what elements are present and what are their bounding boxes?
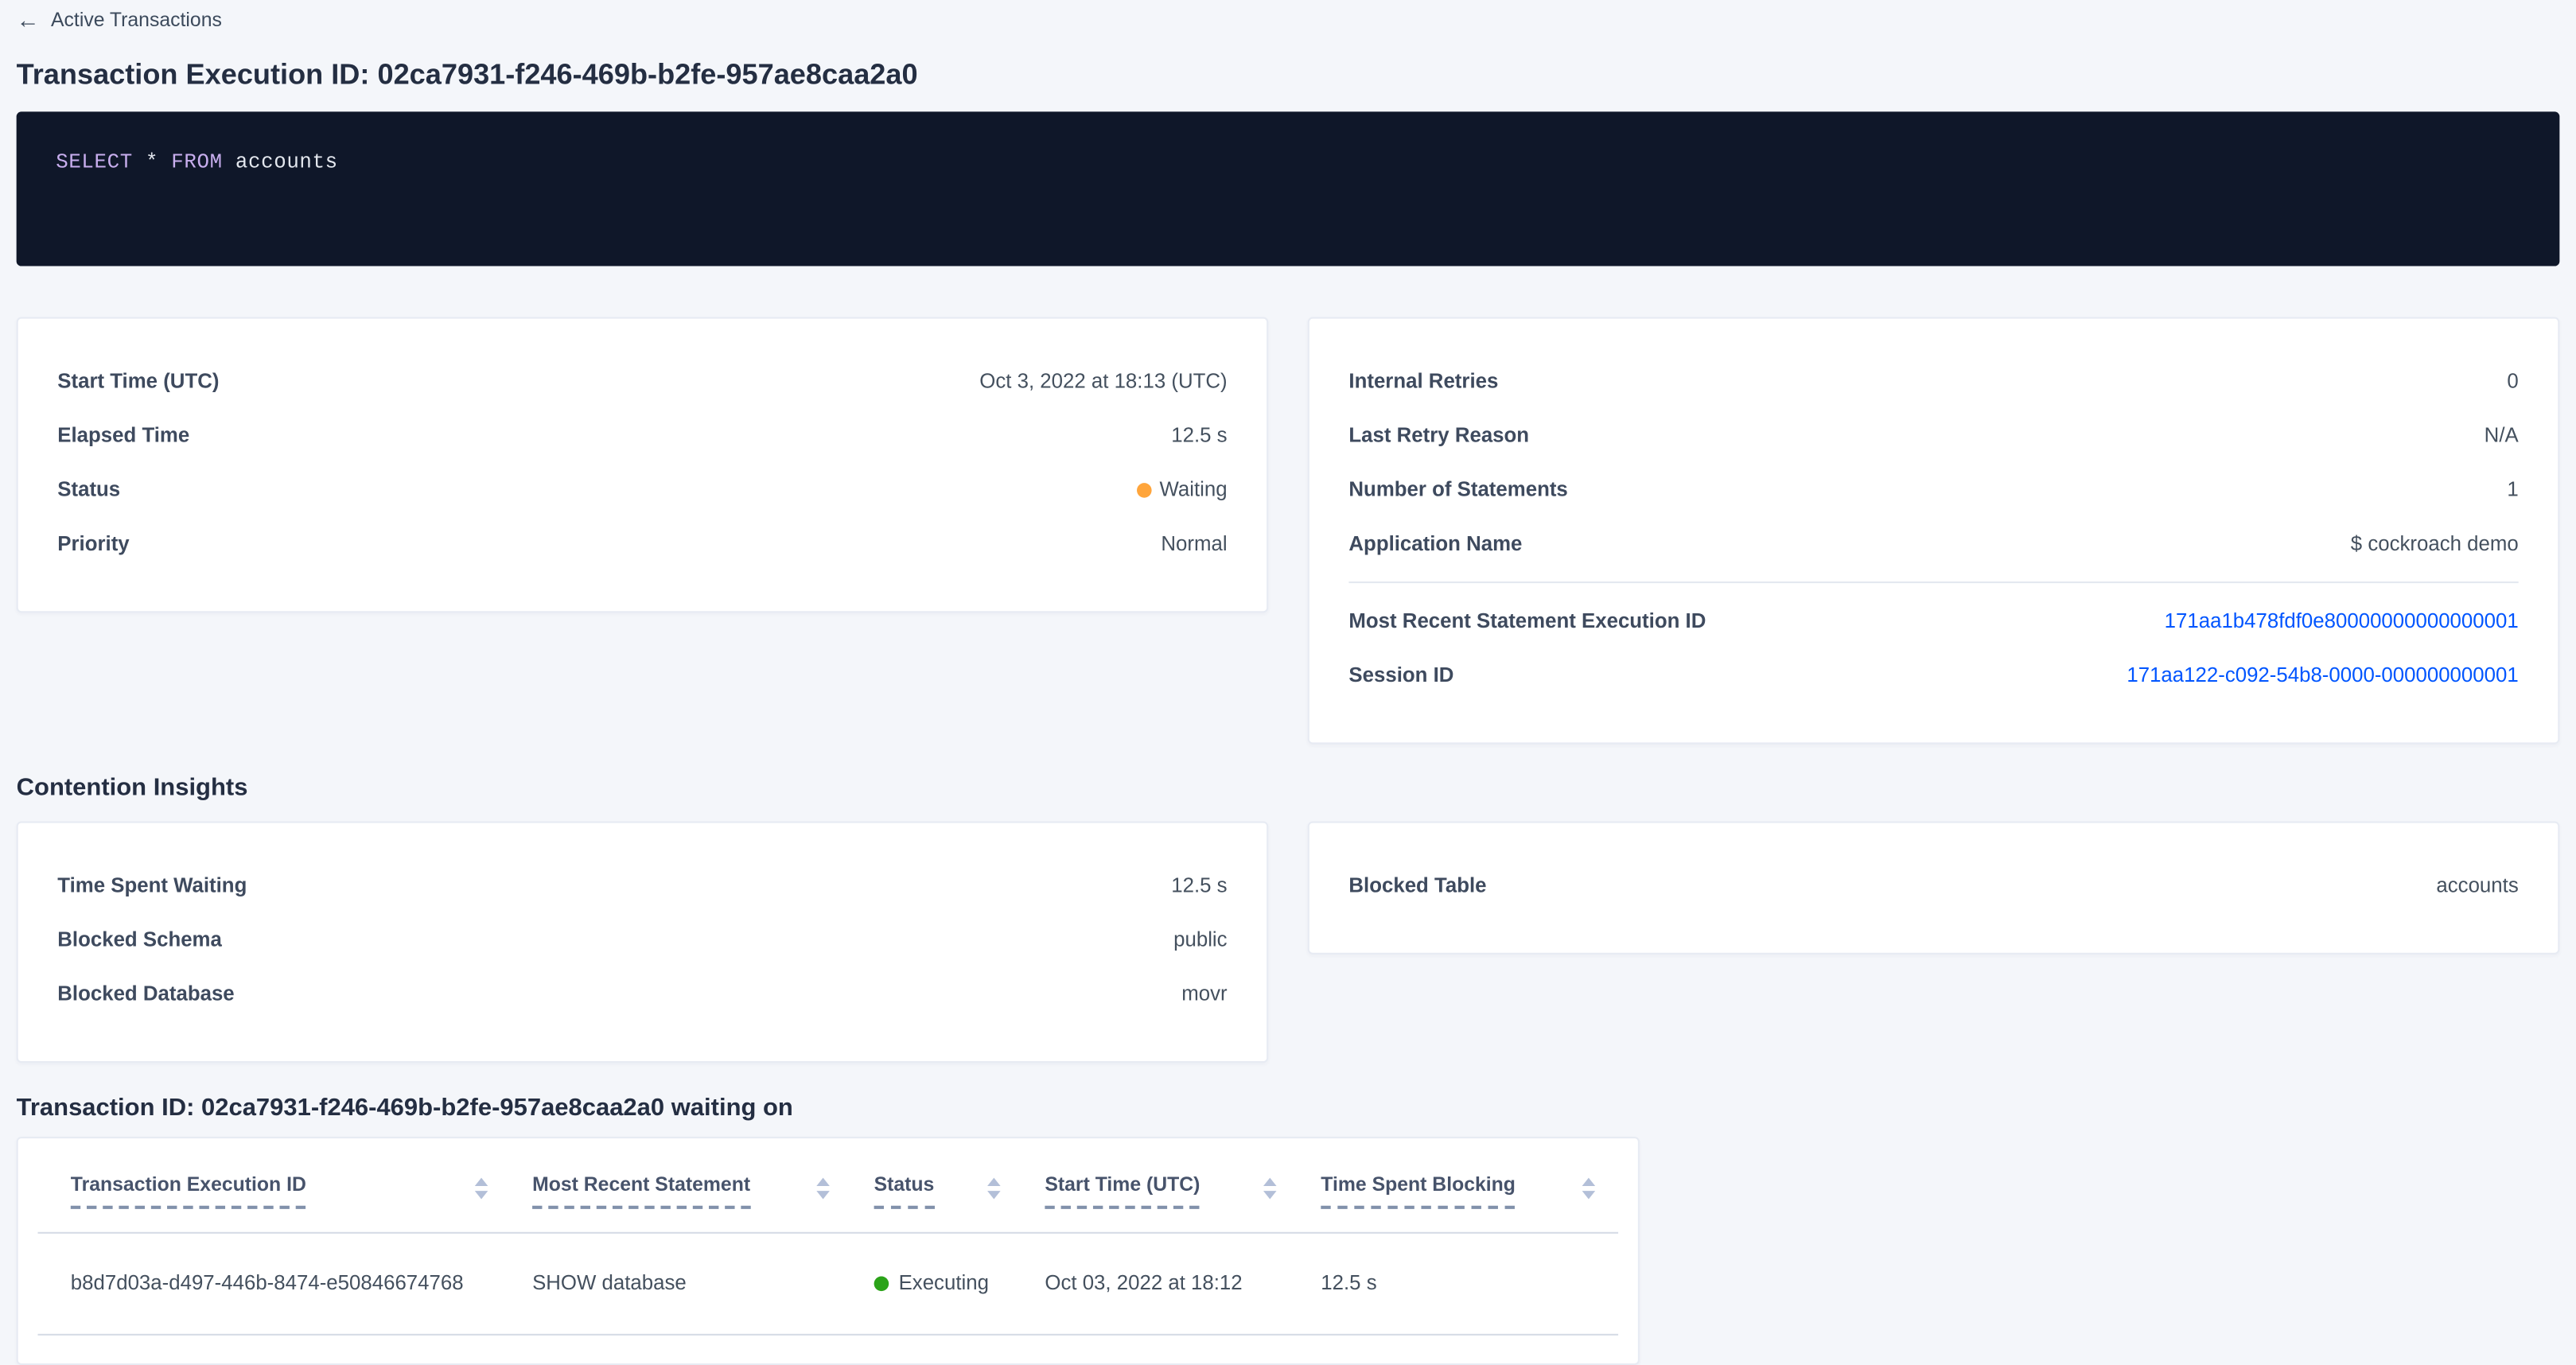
row-label: Internal Retries [1348,368,1498,396]
column-header-transaction-execution-id[interactable]: Transaction Execution ID [37,1138,511,1232]
column-header-label: Most Recent Statement [532,1172,750,1208]
sort-icon[interactable] [987,1178,1001,1200]
status-text: Executing [899,1271,989,1296]
sort-icon[interactable] [1263,1178,1277,1200]
contention-insights-heading: Contention Insights [17,772,2560,803]
row-value: accounts [2436,873,2518,900]
column-header-label: Transaction Execution ID [71,1172,306,1208]
back-arrow-icon: ← [17,10,40,29]
column-header-label: Status [874,1172,935,1208]
row-label: Priority [57,531,129,558]
waiting-on-table-header: Transaction Execution ID Most Recent Sta… [37,1138,1618,1234]
contention-blocked-table-card: Blocked Table accounts [1308,822,2560,955]
row-value: 0 [2507,368,2518,396]
row-value: public [1173,927,1227,955]
row-label: Time Spent Waiting [57,873,247,900]
sql-operator: * [146,151,158,174]
row-label: Session ID [1348,662,1453,690]
transaction-details-page: ← Active Transactions Transaction Execut… [0,0,2576,1365]
waiting-on-table-card: Transaction Execution ID Most Recent Sta… [17,1137,1640,1365]
sql-statement-viewer: SELECT * FROM accounts [17,111,2560,266]
cell-transaction-execution-id: b8d7d03a-d497-446b-8474-e50846674768 [37,1234,511,1334]
details-row-last-retry-reason: Last Retry Reason N/A [1348,409,2518,463]
status-badge: Waiting [1137,476,1228,504]
status-text: Waiting [1159,476,1227,504]
summary-row-start-time: Start Time (UTC) Oct 3, 2022 at 18:13 (U… [57,355,1227,409]
row-value: movr [1181,981,1227,1009]
row-label: Elapsed Time [57,422,189,450]
sql-keyword: FROM [171,151,222,174]
details-row-session-id: Session ID 171aa122-c092-54b8-0000-00000… [1348,649,2518,703]
row-label: Last Retry Reason [1348,422,1529,450]
sql-statement: SELECT * FROM accounts [56,151,338,174]
cell-start-time: Oct 03, 2022 at 18:12 [1024,1234,1300,1334]
sort-icon[interactable] [475,1178,488,1200]
cell-time-spent-blocking: 12.5 s [1299,1234,1618,1334]
row-label: Application Name [1348,531,1522,558]
row-value: Oct 3, 2022 at 18:13 (UTC) [979,368,1227,396]
column-header-label: Time Spent Blocking [1321,1172,1516,1208]
row-label: Status [57,476,120,504]
row-label: Number of Statements [1348,476,1567,504]
row-label: Blocked Table [1348,873,1486,900]
status-dot-executing-icon [874,1277,889,1292]
row-label: Start Time (UTC) [57,368,219,396]
column-header-label: Start Time (UTC) [1045,1172,1200,1208]
details-row-internal-retries: Internal Retries 0 [1348,355,2518,409]
statement-execution-id-link[interactable]: 171aa1b478fdf0e80000000000000001 [2165,608,2519,636]
page-title: Transaction Execution ID: 02ca7931-f246-… [17,56,2560,91]
details-row-application-name: Application Name $ cockroach demo [1348,517,2518,571]
details-row-number-of-statements: Number of Statements 1 [1348,463,2518,517]
column-header-status[interactable]: Status [853,1138,1024,1232]
table-row: b8d7d03a-d497-446b-8474-e50846674768 SHO… [37,1234,1618,1336]
status-badge: Executing [874,1271,1001,1296]
sql-keyword: SELECT [56,151,133,174]
cell-most-recent-statement: SHOW database [511,1234,853,1334]
summary-row-status: Status Waiting [57,463,1227,517]
row-value: Normal [1161,531,1227,558]
sort-icon[interactable] [816,1178,830,1200]
contention-row-blocked-schema: Blocked Schema public [57,913,1227,967]
card-divider [1348,581,2518,583]
column-header-most-recent-statement[interactable]: Most Recent Statement [511,1138,853,1232]
row-value: $ cockroach demo [2351,531,2519,558]
sql-table-name: accounts [235,151,338,174]
row-value: 12.5 s [1171,873,1227,900]
contention-row-time-spent-waiting: Time Spent Waiting 12.5 s [57,859,1227,913]
sort-icon[interactable] [1582,1178,1596,1200]
row-label: Most Recent Statement Execution ID [1348,608,1706,636]
row-value: 1 [2507,476,2518,504]
back-link-label: Active Transactions [51,8,222,31]
column-header-start-time[interactable]: Start Time (UTC) [1024,1138,1300,1232]
row-label: Blocked Schema [57,927,222,955]
status-dot-waiting-icon [1137,483,1152,498]
row-value: 12.5 s [1171,422,1227,450]
column-header-time-spent-blocking[interactable]: Time Spent Blocking [1299,1138,1618,1232]
contention-waiting-card: Time Spent Waiting 12.5 s Blocked Schema… [17,822,1269,1064]
row-value: N/A [2485,422,2519,450]
contention-row-blocked-database: Blocked Database movr [57,967,1227,1021]
row-label: Blocked Database [57,981,234,1009]
waiting-on-heading: Transaction ID: 02ca7931-f246-469b-b2fe-… [17,1092,2560,1123]
summary-card: Start Time (UTC) Oct 3, 2022 at 18:13 (U… [17,317,1269,613]
summary-row-priority: Priority Normal [57,517,1227,571]
details-card: Internal Retries 0 Last Retry Reason N/A… [1308,317,2560,745]
back-link-active-transactions[interactable]: ← Active Transactions [17,0,222,31]
details-row-statement-execution-id: Most Recent Statement Execution ID 171aa… [1348,595,2518,649]
session-id-link[interactable]: 171aa122-c092-54b8-0000-000000000001 [2127,662,2518,690]
cell-status: Executing [853,1234,1024,1334]
summary-row-elapsed-time: Elapsed Time 12.5 s [57,409,1227,463]
contention-row-blocked-table: Blocked Table accounts [1348,859,2518,913]
